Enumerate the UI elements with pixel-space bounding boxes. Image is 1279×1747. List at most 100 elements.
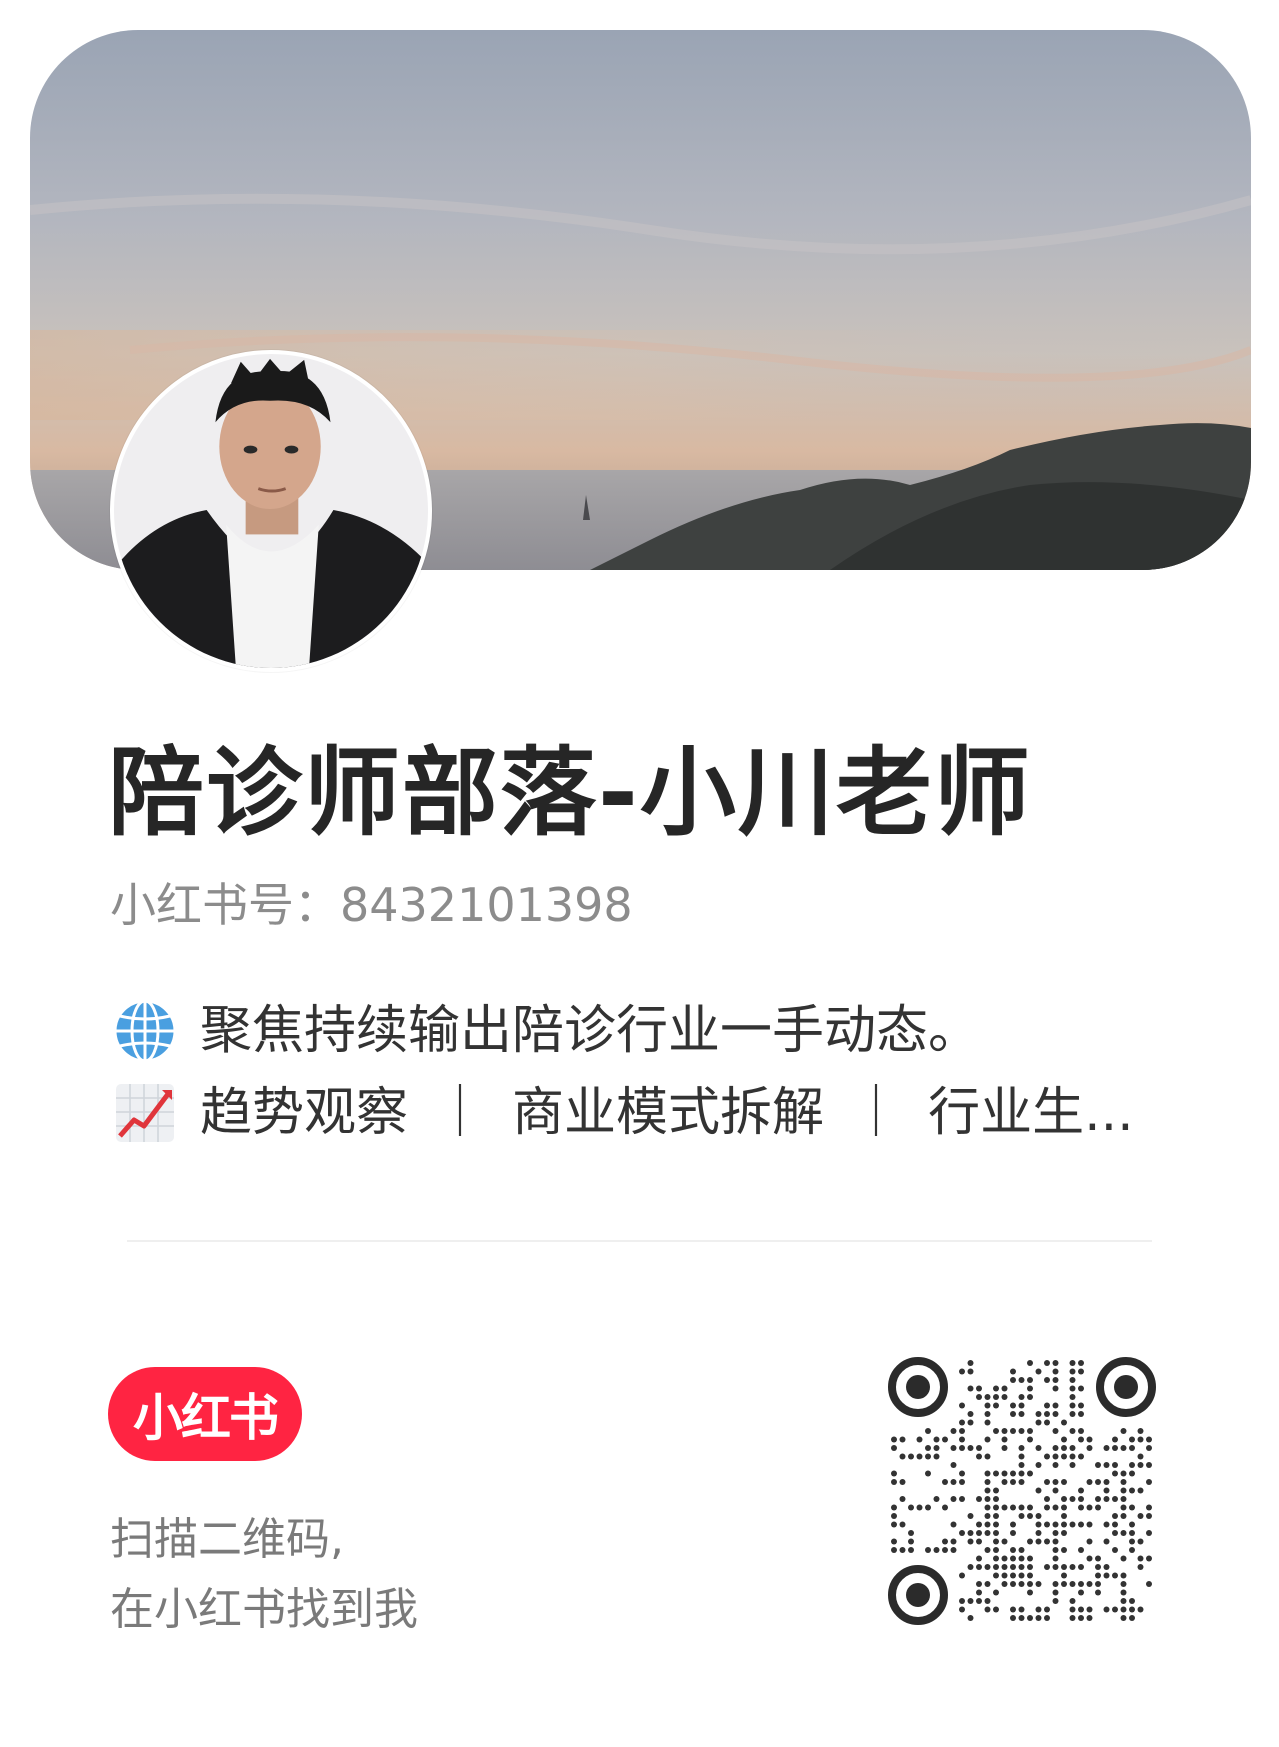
qr-module: [1095, 1581, 1101, 1587]
qr-module: [1129, 1445, 1135, 1451]
qr-module: [1137, 1564, 1144, 1570]
bio-separator: ｜: [850, 1082, 903, 1143]
qr-module: [959, 1496, 965, 1502]
qr-module: [1027, 1377, 1033, 1383]
qr-module: [959, 1606, 965, 1613]
qr-module: [1129, 1538, 1135, 1545]
qr-module: [899, 1547, 906, 1553]
qr-module: [984, 1606, 991, 1613]
qr-module: [1001, 1581, 1008, 1587]
qr-module: [984, 1598, 991, 1604]
qr-module: [1027, 1538, 1033, 1545]
qr-module: [984, 1530, 991, 1536]
qr-module: [1027, 1572, 1033, 1579]
account-id-value: 8432101398: [340, 878, 633, 932]
qr-module: [950, 1547, 957, 1553]
qr-finder-top-left: [888, 1357, 948, 1417]
qr-module: [1052, 1538, 1059, 1545]
qr-module: [1027, 1615, 1033, 1621]
qr-module: [984, 1470, 991, 1477]
qr-module: [1078, 1402, 1084, 1409]
qr-module: [1044, 1453, 1050, 1460]
qr-module: [891, 1538, 897, 1545]
qr-module: [1069, 1411, 1076, 1417]
qr-module: [1112, 1547, 1118, 1553]
qr-module: [1086, 1606, 1093, 1613]
qr-code[interactable]: [888, 1357, 1156, 1625]
qr-module: [984, 1564, 991, 1570]
qr-module: [976, 1564, 982, 1570]
qr-module: [1027, 1504, 1033, 1511]
qr-module: [1052, 1504, 1059, 1511]
qr-module: [942, 1547, 948, 1553]
qr-module: [950, 1428, 957, 1434]
qr-module: [1001, 1564, 1008, 1570]
qr-module: [1052, 1589, 1059, 1596]
qr-module: [1095, 1496, 1101, 1502]
qr-module: [1018, 1470, 1025, 1477]
qr-module: [967, 1564, 974, 1570]
qr-module: [993, 1428, 999, 1434]
qr-module: [1027, 1428, 1033, 1434]
qr-module: [1086, 1445, 1093, 1451]
qr-module: [1069, 1564, 1076, 1570]
qr-module: [1078, 1360, 1084, 1366]
qr-module: [1052, 1402, 1059, 1409]
qr-module: [1086, 1436, 1093, 1443]
qr-module: [1010, 1377, 1016, 1383]
qr-module: [1078, 1496, 1084, 1502]
qr-module: [967, 1368, 974, 1375]
qr-module: [1103, 1479, 1110, 1485]
qr-module: [1061, 1564, 1067, 1570]
divider: [127, 1240, 1152, 1242]
qr-module: [1035, 1462, 1042, 1468]
qr-module: [891, 1470, 897, 1477]
qr-module: [1078, 1385, 1084, 1392]
qr-module: [967, 1530, 974, 1536]
qr-module: [1018, 1394, 1025, 1400]
qr-module: [1137, 1462, 1144, 1468]
qr-module: [1010, 1530, 1016, 1536]
bio-item-2: 商业模式拆解: [512, 1082, 825, 1143]
qr-module: [1001, 1504, 1008, 1511]
qr-module: [1078, 1428, 1084, 1434]
profile-share-card: 陪诊师部落-小川老师 小红书号：8432101398 聚焦持续输出陪诊行业一手动…: [0, 0, 1279, 1747]
qr-module: [1052, 1547, 1059, 1553]
qr-module: [967, 1538, 974, 1545]
qr-module: [1078, 1615, 1084, 1621]
qr-module: [993, 1513, 999, 1519]
qr-module: [1044, 1606, 1050, 1613]
globe-icon: [112, 998, 178, 1064]
qr-module: [1027, 1513, 1033, 1519]
qr-module: [933, 1445, 940, 1451]
qr-module: [959, 1530, 965, 1536]
qr-module: [1120, 1504, 1127, 1511]
qr-module: [1086, 1615, 1093, 1621]
qr-module: [1018, 1479, 1025, 1485]
qr-module: [984, 1547, 991, 1553]
qr-module: [993, 1496, 999, 1502]
qr-module: [933, 1453, 940, 1460]
qr-module: [1103, 1538, 1110, 1545]
qr-module: [925, 1453, 931, 1460]
qr-module: [1069, 1462, 1076, 1468]
qr-module: [1027, 1564, 1033, 1570]
qr-module: [1120, 1606, 1127, 1613]
qr-module: [1035, 1521, 1042, 1528]
qr-module: [1027, 1436, 1033, 1443]
avatar[interactable]: [110, 350, 432, 672]
qr-module: [1120, 1589, 1127, 1596]
qr-module: [1018, 1564, 1025, 1570]
qr-module: [1146, 1581, 1152, 1587]
qr-module: [984, 1419, 991, 1426]
qr-module: [1001, 1479, 1008, 1485]
qr-module: [1137, 1538, 1144, 1545]
qr-module: [1129, 1547, 1135, 1553]
qr-module: [993, 1555, 999, 1562]
qr-module: [1120, 1598, 1127, 1604]
qr-module: [1001, 1572, 1008, 1579]
qr-module: [1146, 1445, 1152, 1451]
qr-module: [1069, 1402, 1076, 1409]
qr-module: [899, 1496, 906, 1502]
bio-item-3: 行业生: [928, 1082, 1085, 1143]
